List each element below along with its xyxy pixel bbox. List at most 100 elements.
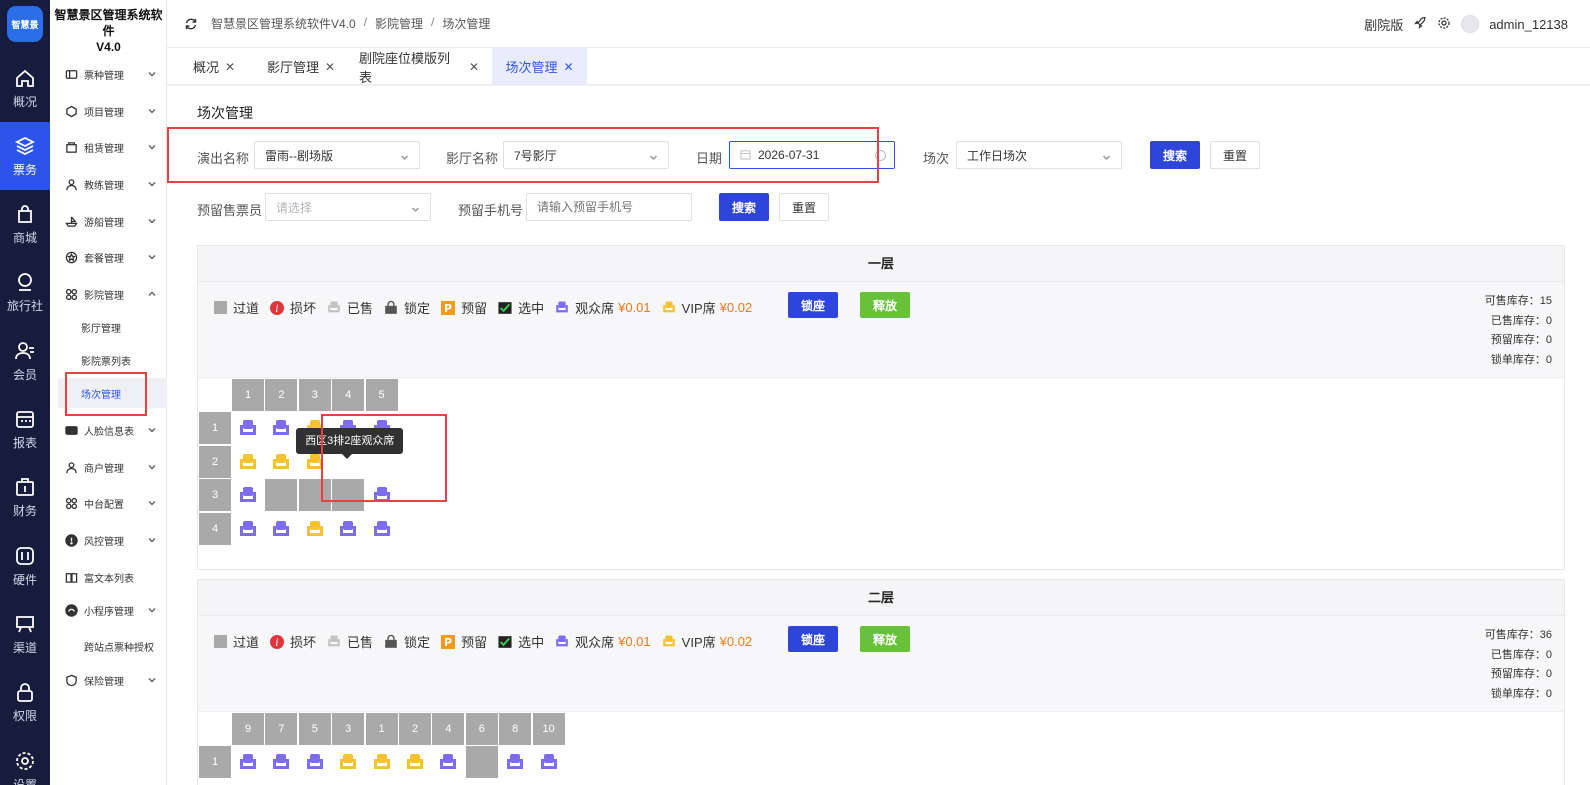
rail-item-shop-bag[interactable]: 商城 [0, 191, 50, 259]
tab-overview[interactable]: 概况 ✕ [185, 48, 243, 85]
audience-seat[interactable] [232, 513, 264, 545]
audience-seat[interactable] [366, 513, 398, 545]
rail-item-channel[interactable]: 渠道 [0, 600, 50, 668]
legend-label: 过道 [233, 301, 260, 316]
audience-seat[interactable] [332, 513, 364, 545]
search-button[interactable]: 搜索 [1150, 141, 1200, 169]
menu-label: 游船管理 [84, 217, 124, 229]
tab-label: 影厅管理 [266, 60, 319, 75]
vip-seat[interactable] [265, 446, 297, 478]
presale-staff-select[interactable]: 请选择 [265, 193, 431, 221]
audience-seat[interactable] [232, 479, 264, 511]
column-header: 3 [332, 713, 365, 745]
release-seat-button[interactable]: 释放 [860, 292, 910, 318]
vip-seat[interactable] [366, 746, 398, 778]
legend-price: ¥0.02 [719, 300, 753, 315]
chevron-down-icon [147, 179, 157, 189]
menu-miniapp[interactable]: 小程序管理 [50, 595, 167, 625]
rail-item-label: 硬件 [12, 572, 37, 587]
seat-icon [240, 754, 256, 770]
breadcrumb-item[interactable]: 影院管理 [375, 15, 423, 32]
tab-session-management[interactable]: 场次管理 ✕ [492, 48, 587, 85]
rail-item-layers[interactable]: 票务 [0, 122, 50, 191]
lock-seat-button[interactable]: 锁座 [788, 626, 838, 652]
rocket-icon[interactable] [1413, 16, 1427, 33]
rail-item-label: 报表 [12, 436, 37, 450]
menu-project[interactable]: 项目管理 [50, 96, 167, 126]
legend-price: ¥0.02 [719, 634, 753, 649]
menu-rental[interactable]: 租赁管理 [50, 132, 167, 162]
rail-item-lock[interactable]: 权限 [0, 669, 50, 737]
close-icon[interactable]: ✕ [563, 60, 573, 74]
gear-icon[interactable] [1437, 16, 1451, 33]
rail-item-label: 渠道 [12, 640, 37, 655]
vip-seat[interactable] [332, 746, 364, 778]
menu-label: 教练管理 [84, 180, 124, 192]
tab-seat-template-list[interactable]: 剧院座位模版列表 ✕ [359, 48, 479, 85]
menu-face-info[interactable]: 人脸信息表 [50, 415, 167, 445]
menu-platform-config[interactable]: 中台配置 [50, 488, 167, 518]
legend-label: 损坏 [290, 635, 317, 650]
release-seat-button[interactable]: 释放 [860, 626, 910, 652]
avatar[interactable] [1461, 15, 1480, 33]
audience-seat[interactable] [232, 412, 264, 444]
audience-seat[interactable] [232, 746, 264, 778]
menu-risk-control[interactable]: 风控管理 [50, 525, 167, 555]
rail-item-finance[interactable]: 财务 [0, 464, 50, 532]
submenu-hall-management[interactable]: 影厅管理 [50, 312, 167, 342]
menu-insurance[interactable]: 保险管理 [50, 665, 167, 695]
audience-seat[interactable] [265, 746, 297, 778]
version-label[interactable]: 剧院版 [1364, 15, 1403, 34]
submenu-cross-site-auth[interactable]: 跨站点票种授权 [50, 631, 167, 661]
menu-cinema[interactable]: 影院管理 [50, 279, 167, 309]
search-button-2[interactable]: 搜索 [719, 193, 769, 221]
menu-ticket-type[interactable]: 票种管理 [50, 59, 167, 89]
audience-seat[interactable] [533, 746, 565, 778]
audience-seat[interactable] [432, 746, 464, 778]
rail-item-hardware[interactable]: 硬件 [0, 532, 50, 600]
stock-summary: 可售库存：15 已售库存：0 预留库存：0 锁单库存：0 [1485, 292, 1552, 370]
menu-boat[interactable]: 游船管理 [50, 206, 167, 236]
close-icon[interactable]: ✕ [325, 60, 335, 74]
close-icon[interactable]: ✕ [225, 60, 235, 74]
rail-item-label: 旅行社 [6, 299, 43, 314]
vip-seat[interactable] [232, 446, 264, 478]
seat-icon [440, 754, 457, 770]
close-icon[interactable]: ✕ [469, 60, 479, 74]
column-header: 10 [532, 713, 565, 745]
breadcrumb-item[interactable]: 智慧景区管理系统软件V4.0 [211, 15, 356, 32]
rail-item-home[interactable]: 概况 [0, 54, 50, 122]
audience-seat-icon [554, 634, 570, 650]
audience-seat[interactable] [265, 412, 297, 444]
menu-richtext-list[interactable]: 富文本列表 [50, 562, 167, 592]
username[interactable]: admin_12138 [1489, 17, 1568, 32]
menu-label: 保险管理 [84, 676, 124, 688]
reserve-phone-input[interactable] [526, 193, 692, 221]
vip-seat[interactable] [299, 513, 331, 545]
reset-button[interactable]: 重置 [1210, 141, 1260, 169]
audience-seat[interactable] [499, 746, 531, 778]
lock-seat-button[interactable]: 锁座 [788, 292, 838, 318]
tab-hall-management[interactable]: 影厅管理 ✕ [263, 48, 339, 85]
menu-label: 套餐管理 [84, 253, 124, 265]
floor-panel-1: 一层 过道 i 损坏 已售 锁定 P 预留 选中 观众席 ¥0.01 VIP席 ¥0.02 锁座 释放 可售库… [197, 245, 1565, 570]
reset-button-2[interactable]: 重置 [779, 193, 829, 221]
menu-coach[interactable]: 教练管理 [50, 169, 167, 199]
damaged-seat-icon: i [269, 634, 285, 650]
audience-seat[interactable] [299, 746, 331, 778]
menu-merchant[interactable]: 商户管理 [50, 452, 167, 482]
session-select[interactable]: 工作日场次 [956, 141, 1122, 169]
refresh-icon[interactable] [184, 17, 198, 31]
rail-item-gear[interactable]: 设置 [0, 737, 50, 785]
rail-item-report[interactable]: 报表 [0, 396, 50, 464]
svg-text:i: i [275, 638, 278, 649]
report-icon [16, 411, 34, 428]
submenu-cinema-ticket-list[interactable]: 影院票列表 [50, 345, 167, 375]
rail-item-travel-agency[interactable]: 旅行社 [0, 259, 50, 327]
rail-item-member[interactable]: 会员 [0, 327, 50, 395]
menu-package[interactable]: 套餐管理 [50, 242, 167, 272]
audience-seat[interactable] [265, 513, 297, 545]
vip-seat[interactable] [399, 746, 431, 778]
seat-icon [507, 754, 524, 770]
vip-seat-icon [661, 634, 677, 650]
